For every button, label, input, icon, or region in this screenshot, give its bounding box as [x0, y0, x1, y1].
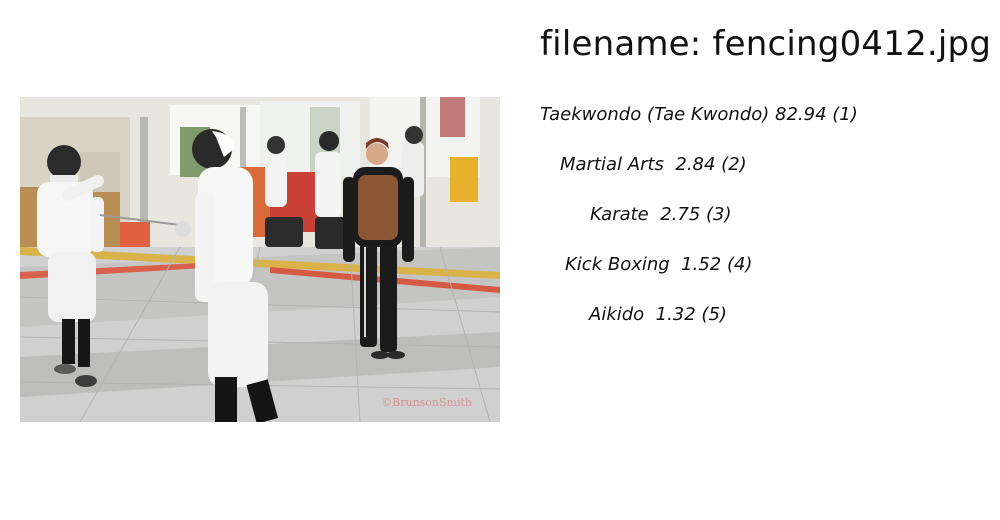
prediction-1: Taekwondo (Tae Kwondo) 82.94 (1): [540, 104, 858, 125]
prediction-4: Kick Boxing 1.52 (4): [565, 254, 753, 275]
prediction-5: Aikido 1.32 (5): [589, 304, 727, 325]
photo-watermark: ©BrunsonSmith: [381, 396, 472, 409]
prediction-2: Martial Arts 2.84 (2): [560, 154, 747, 175]
fencing-photo: ©BrunsonSmith: [20, 97, 500, 422]
prediction-3: Karate 2.75 (3): [590, 204, 732, 225]
filename-title: filename: fencing0412.jpg: [540, 24, 992, 64]
